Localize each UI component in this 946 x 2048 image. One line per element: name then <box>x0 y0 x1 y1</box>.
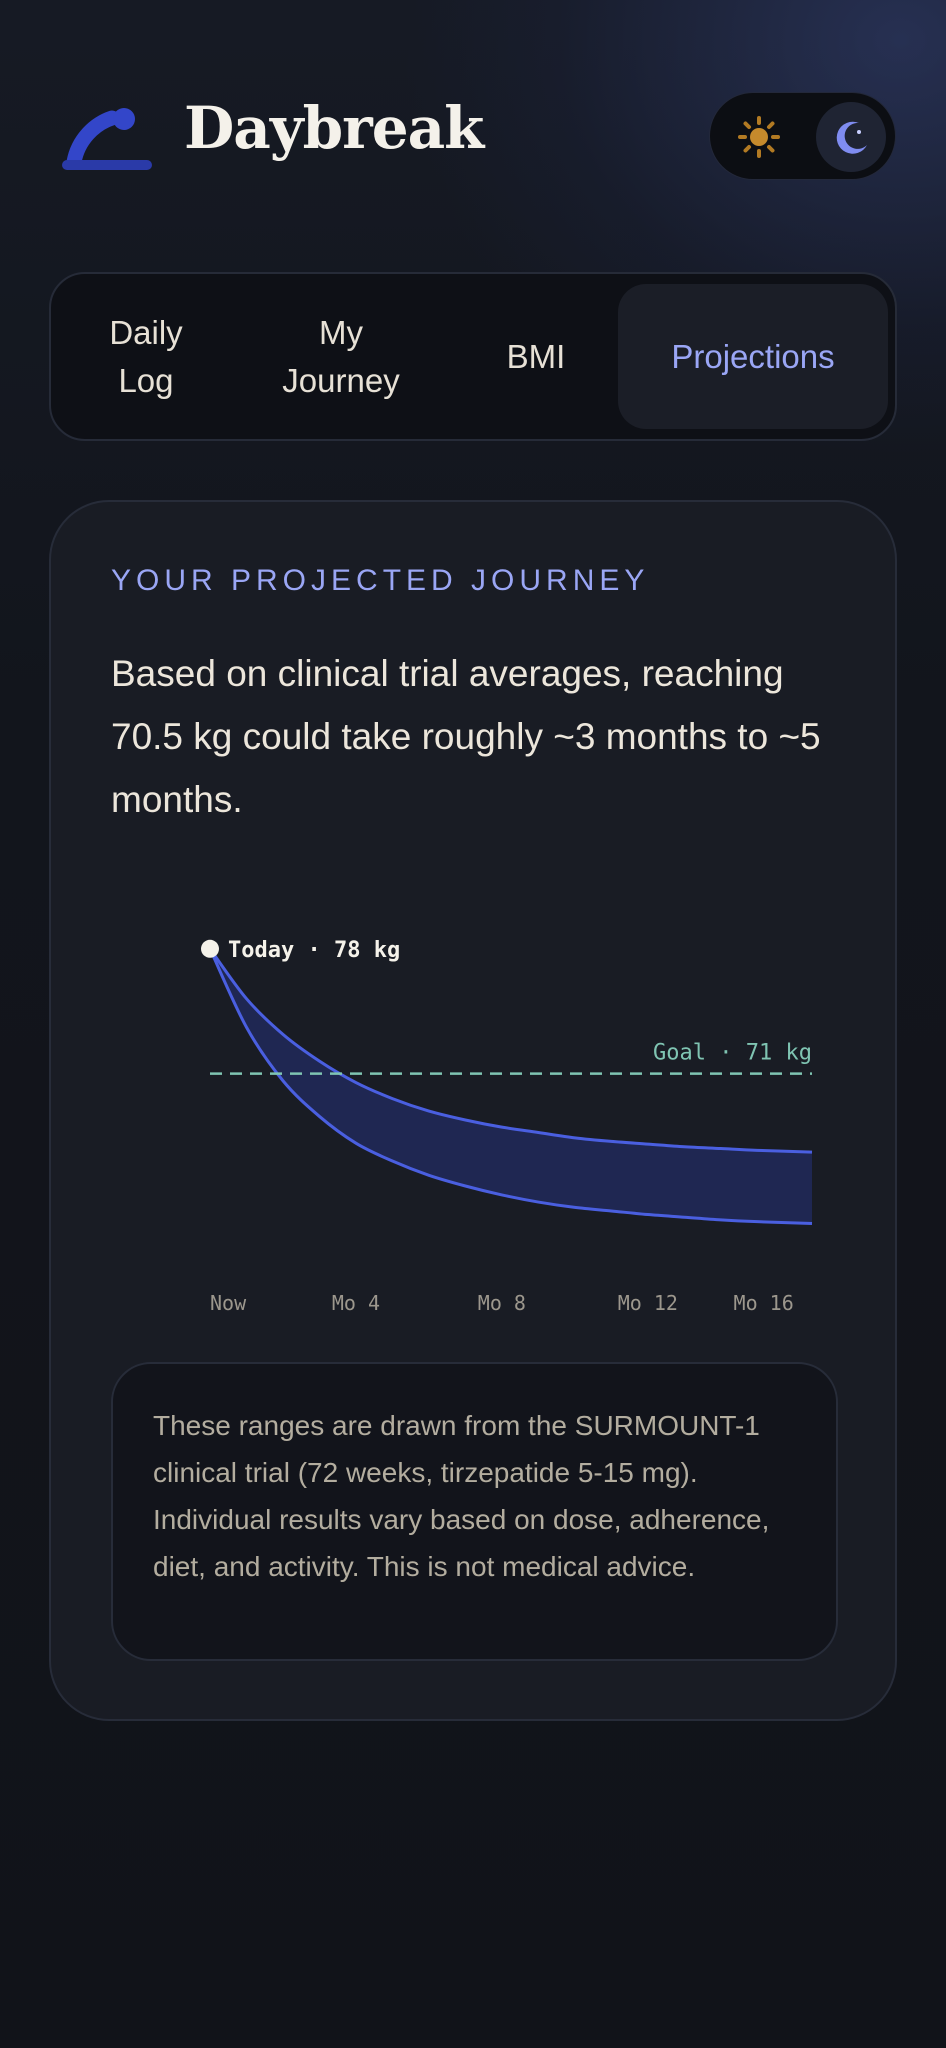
tab-projections-label: Projections <box>671 337 835 375</box>
x-tick-label: Mo 4 <box>332 1291 380 1315</box>
tab-bmi-label: BMI <box>506 337 566 375</box>
x-tick-label: Mo 12 <box>618 1291 678 1315</box>
x-tick-label: Mo 8 <box>478 1291 526 1315</box>
today-marker <box>201 939 219 958</box>
tab-projections[interactable]: Projections <box>618 284 888 429</box>
x-axis-ticks: Now Mo 4 Mo 8 Mo 12 Mo 16 <box>210 1291 794 1315</box>
tab-daily-log-label-line1: Daily <box>109 313 183 351</box>
disclaimer-text: These ranges are drawn from the SURMOUNT… <box>153 1410 770 1582</box>
today-label: Today · 78 kg <box>228 938 400 963</box>
tab-daily-log-label-line2: Log <box>118 361 174 399</box>
tab-bmi[interactable]: BMI <box>451 284 621 429</box>
app-title: Daybreak <box>184 94 484 162</box>
app-header: Daybreak <box>0 0 946 220</box>
x-tick-label: Mo 16 <box>734 1291 794 1315</box>
projection-card: YOUR PROJECTED JOURNEY Based on clinical… <box>49 500 897 1721</box>
projection-range-band <box>210 948 812 1224</box>
tab-my-journey[interactable]: My Journey <box>241 284 441 429</box>
goal-label: Goal · 71 kg <box>653 1041 812 1066</box>
light-mode-button[interactable] <box>724 102 794 172</box>
x-tick-label: Now <box>210 1291 247 1315</box>
sun-icon <box>738 116 780 158</box>
dark-mode-button[interactable] <box>816 102 886 172</box>
projection-chart: Goal · 71 kg Today · 78 kg Now Mo 4 Mo 8 Mo… <box>201 938 813 1315</box>
daybreak-logo-icon <box>62 108 152 170</box>
tab-my-journey-label-line1: My <box>319 313 363 351</box>
tab-daily-log[interactable]: Daily Log <box>61 284 231 429</box>
moon-icon <box>836 121 867 154</box>
tab-my-journey-label-line2: Journey <box>282 361 400 399</box>
theme-toggle[interactable] <box>709 92 896 180</box>
main-tabs: Daily Log My Journey BMI Projections <box>49 272 897 441</box>
disclaimer-box: These ranges are drawn from the SURMOUNT… <box>111 1362 838 1661</box>
